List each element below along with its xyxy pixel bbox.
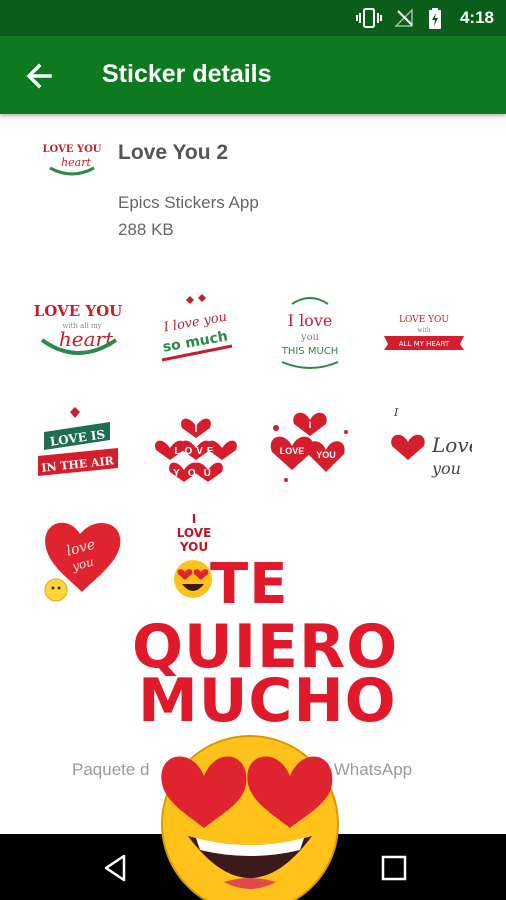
vibrate-icon [356, 8, 382, 28]
sticker-text: LOVE [280, 446, 305, 456]
sticker-text: YOU [316, 450, 336, 460]
sticker-i-love-you-so-much[interactable]: I love you so much [148, 286, 244, 382]
sticker-love-you-all-my-heart[interactable]: LOVE YOU with ALL MY HEART [376, 286, 472, 382]
sticker-text: you [300, 332, 320, 343]
pack-name: Love You 2 [118, 141, 229, 164]
sticker-text: LOVE [174, 446, 217, 457]
footer-text-left: Paquete d [72, 760, 150, 779]
sticker-text: Love [431, 433, 472, 457]
sticker-hearts-i-love-you[interactable]: I LOVE YOU [148, 398, 244, 494]
page-title: Sticker details [102, 60, 272, 88]
sticker-heart-cluster[interactable]: I LOVE YOU [262, 398, 358, 494]
sticker-love-you-heart[interactable]: LOVE YOU with all my heart [30, 286, 126, 382]
heart-eyes-emoji-small-icon [174, 560, 212, 598]
sticker-i-love-you-this-much[interactable]: I love you THIS MUCH [262, 286, 358, 382]
battery-charging-icon [429, 8, 441, 29]
sticker-love-is-in-the-air[interactable]: LOVE IS IN THE AIR [30, 398, 126, 494]
sticker-text: YOU [173, 468, 219, 479]
back-triangle-icon[interactable] [98, 850, 134, 886]
back-button[interactable] [18, 54, 62, 98]
pack-thumbnail[interactable]: LOVE YOU heart [40, 134, 104, 182]
overlay-small-caption: I LOVE YOU [172, 512, 216, 554]
sticker-text: LOVE YOU [399, 315, 449, 325]
sticker-text: LOVE YOU [34, 302, 123, 320]
pack-publisher: Epics Stickers App [118, 193, 259, 212]
heart-eyes-emoji-icon [161, 735, 339, 900]
thumb-text-2: heart [61, 156, 91, 169]
sticker-text: I [309, 420, 312, 430]
pack-size: 288 KB [118, 220, 174, 239]
overlay-small-text: LOVE [176, 526, 212, 540]
arrow-back-icon [26, 63, 52, 89]
sticker-text: THIS MUCH [281, 346, 339, 357]
recents-square-icon[interactable] [376, 850, 412, 886]
sticker-text: I love [288, 311, 333, 330]
sticker-text: with [417, 327, 430, 334]
sticker-text: ALL MY HEART [399, 340, 450, 348]
sticker-text: I [195, 424, 198, 435]
app-bar: Sticker details [0, 36, 506, 114]
thumb-text-1: LOVE YOU [43, 144, 102, 155]
status-time: 4:18 [459, 8, 494, 27]
sticker-love-you-heart-emoji[interactable]: love you [34, 512, 130, 608]
overlay-text-te: TE [210, 552, 289, 617]
overlay-small-text: I [191, 512, 197, 526]
status-bar: 4:18 [0, 0, 506, 36]
sticker-text: you [431, 459, 461, 478]
sticker-text: I [393, 406, 399, 419]
no-signal-icon [394, 8, 413, 27]
sticker-i-love-you-script[interactable]: I Love you [376, 398, 472, 494]
